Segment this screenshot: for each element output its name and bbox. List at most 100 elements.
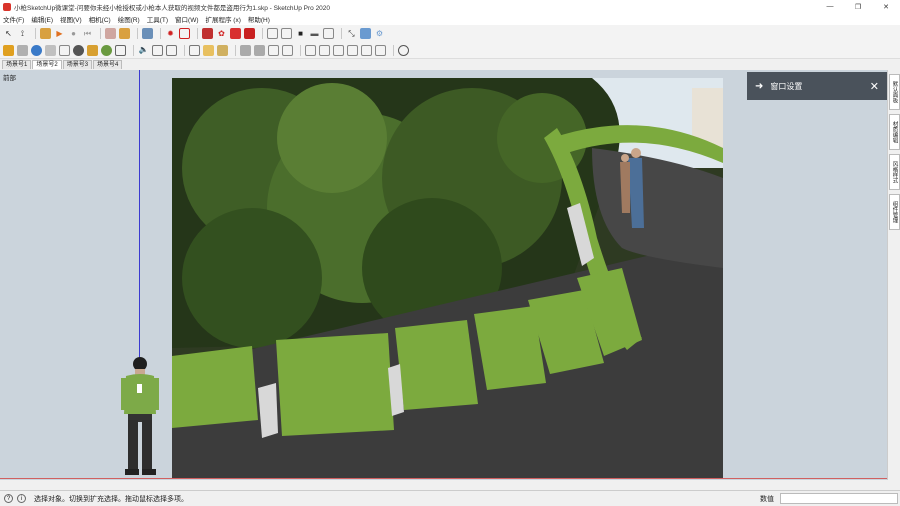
toolbar-separator xyxy=(133,44,134,56)
toolbar-separator xyxy=(197,28,198,39)
toolbar-separator xyxy=(100,28,101,39)
scene-tabs: 场景号1 场景号2 场景号3 场景号4 xyxy=(0,59,900,69)
photo-icon[interactable] xyxy=(217,44,228,56)
globe-icon[interactable] xyxy=(398,44,409,56)
toolbar-separator xyxy=(393,44,394,56)
warehouse-red-icon[interactable] xyxy=(244,28,255,39)
menu-tools[interactable]: 工具(T) xyxy=(147,14,168,24)
toolbar-separator xyxy=(137,28,138,39)
drawing-viewport[interactable]: 前部 xyxy=(0,70,887,480)
menu-file[interactable]: 文件(F) xyxy=(3,14,24,24)
toolbar-separator xyxy=(160,28,161,39)
hexagon-icon[interactable] xyxy=(87,44,98,56)
tray-header[interactable]: ➜ 窗口设置 ✕ xyxy=(747,72,887,100)
rewind-icon[interactable]: ⏮ xyxy=(82,28,93,39)
cube-orange-icon[interactable] xyxy=(3,44,14,56)
view-6-icon[interactable] xyxy=(375,44,386,56)
globe-blue-icon[interactable] xyxy=(31,44,42,56)
maximize-button[interactable]: ❐ xyxy=(844,0,872,13)
eraser-icon[interactable] xyxy=(105,28,116,39)
status-bar: ? i 选择对象。切换到扩充选择。拖动鼠标选择多项。 数值 xyxy=(0,490,900,506)
close-window-button[interactable]: ✕ xyxy=(872,0,900,13)
play-animation-icon[interactable]: ▶ xyxy=(54,28,65,39)
layers-icon[interactable] xyxy=(166,44,177,56)
view-4-icon[interactable] xyxy=(347,44,358,56)
print-icon[interactable] xyxy=(142,28,153,39)
window-controls: — ❐ ✕ xyxy=(816,0,900,13)
menu-bar: 文件(F) 编辑(E) 视图(V) 相机(C) 绘图(R) 工具(T) 窗口(W… xyxy=(0,13,900,25)
menu-edit[interactable]: 编辑(E) xyxy=(31,14,53,24)
file-open-icon[interactable] xyxy=(323,28,334,39)
box-white-2-icon[interactable] xyxy=(282,44,293,56)
menu-camera[interactable]: 相机(C) xyxy=(89,14,111,24)
info-icon[interactable]: i xyxy=(17,494,26,503)
resize-icon[interactable]: ⤡ xyxy=(346,28,357,39)
box-white-icon[interactable] xyxy=(268,44,279,56)
folder-red-icon[interactable] xyxy=(230,28,241,39)
record-icon[interactable]: ● xyxy=(68,28,79,39)
settings-icon[interactable]: ⚙ xyxy=(374,28,385,39)
side-tab-components[interactable]: 组件管理 xyxy=(889,194,900,230)
grid-red-icon[interactable] xyxy=(179,28,190,39)
stop-icon[interactable]: ■ xyxy=(295,28,306,39)
sketchup-app-icon xyxy=(3,2,11,11)
eye-icon[interactable] xyxy=(73,44,84,56)
document-icon[interactable] xyxy=(267,28,278,39)
scale-figure-person xyxy=(121,357,159,475)
menu-view[interactable]: 视图(V) xyxy=(60,14,82,24)
ruby-icon[interactable] xyxy=(202,28,213,39)
toolbar-separator xyxy=(341,28,342,39)
lasso-select-icon[interactable]: ⟟ xyxy=(17,28,28,39)
scene-tab-4[interactable]: 场景号4 xyxy=(93,60,123,69)
scene-tab-1[interactable]: 场景号1 xyxy=(2,60,32,69)
tag-icon[interactable] xyxy=(59,44,70,56)
view-1-icon[interactable] xyxy=(305,44,316,56)
measurements-label: 数值 xyxy=(760,496,774,503)
frame-icon[interactable] xyxy=(189,44,200,56)
help-icon[interactable]: ? xyxy=(4,494,13,503)
side-tray-tabs: 默认面板 材质编辑 风格样式 组件管理 xyxy=(887,70,900,480)
rendered-scene-image xyxy=(172,78,723,478)
menu-window[interactable]: 窗口(W) xyxy=(175,14,198,24)
arrow-right-icon: ➜ xyxy=(755,80,764,92)
paint-tool-icon[interactable] xyxy=(45,44,56,56)
side-tab-materials[interactable]: 材质编辑 xyxy=(889,114,900,150)
box-grey-2-icon[interactable] xyxy=(254,44,265,56)
status-message: 选择对象。切换到扩充选择。拖动鼠标选择多项。 xyxy=(34,495,188,503)
window-title: 小枪SketchUp微课堂-问要你未经小枪授权或小枪本人获取的视频文件都是盗用行… xyxy=(14,4,331,12)
title-bar: 小枪SketchUp微课堂-问要你未经小枪授权或小枪本人获取的视频文件都是盗用行… xyxy=(0,0,900,13)
toolbar-separator xyxy=(300,44,301,56)
component-red-icon[interactable]: ✿ xyxy=(216,28,227,39)
view-5-icon[interactable] xyxy=(361,44,372,56)
gear-red-icon[interactable]: ✹ xyxy=(165,28,176,39)
view-3-icon[interactable] xyxy=(333,44,344,56)
menu-extensions[interactable]: 扩展程序 (x) xyxy=(206,14,241,24)
scene-tab-3[interactable]: 场景号3 xyxy=(62,60,93,69)
box-grey-icon[interactable] xyxy=(240,44,251,56)
menu-draw[interactable]: 绘图(R) xyxy=(118,14,140,24)
minus-icon[interactable]: ▬ xyxy=(309,28,320,39)
main-toolbar: ↖ ⟟ ▶ ● ⏮ ✹ ✿ ■ ▬ ⤡ ⚙ xyxy=(0,25,900,42)
select-tool-icon[interactable]: ↖ xyxy=(3,28,14,39)
texture-icon[interactable] xyxy=(115,44,126,56)
menu-help[interactable]: 帮助(H) xyxy=(248,14,270,24)
pear-icon[interactable] xyxy=(101,44,112,56)
toolbar-separator xyxy=(262,28,263,39)
speaker-icon[interactable]: 🔈 xyxy=(138,45,149,56)
close-tray-icon[interactable]: ✕ xyxy=(870,80,879,93)
tray-title: 窗口设置 xyxy=(770,81,803,91)
minimize-button[interactable]: — xyxy=(816,0,844,13)
toolbar-separator xyxy=(235,44,236,56)
side-tab-styles[interactable]: 风格样式 xyxy=(889,154,900,190)
scene-tab-2[interactable]: 场景号2 xyxy=(32,60,62,69)
cube-grey-icon[interactable] xyxy=(17,44,28,56)
stamp-icon[interactable] xyxy=(119,28,130,39)
view-2-icon[interactable] xyxy=(319,44,330,56)
image-icon[interactable] xyxy=(203,44,214,56)
panel-icon[interactable] xyxy=(360,28,371,39)
paint-bucket-icon[interactable] xyxy=(40,28,51,39)
ruler-icon[interactable] xyxy=(152,44,163,56)
open-folder-icon[interactable] xyxy=(281,28,292,39)
side-tab-default[interactable]: 默认面板 xyxy=(889,74,900,110)
measurements-input[interactable] xyxy=(780,493,898,504)
